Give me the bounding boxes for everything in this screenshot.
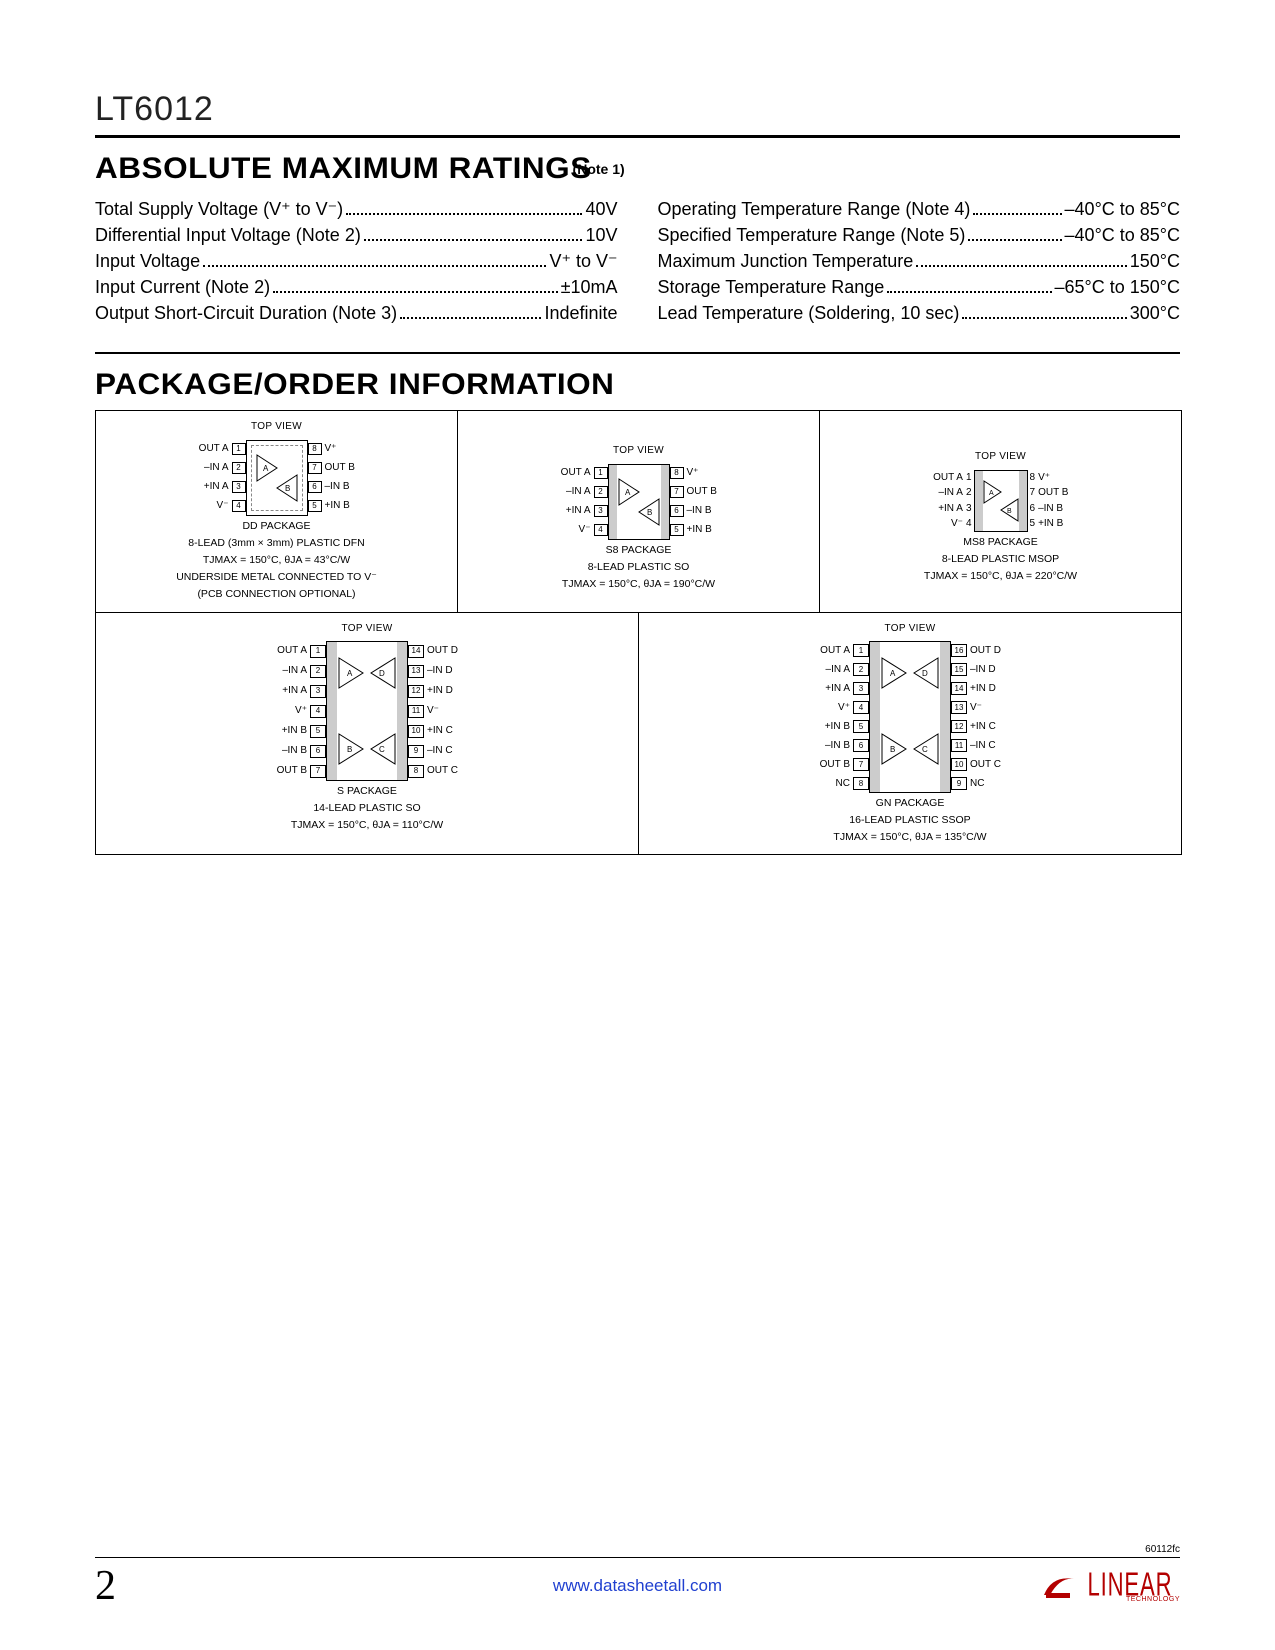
rating-row: Operating Temperature Range (Note 4)–40°… [658,196,1181,222]
section-ratings-head: ABSOLUTE MAXIMUM RATINGS (Note 1) [95,152,1180,186]
part-number: LT6012 [95,90,1180,129]
opamp-icon: A D B C [327,642,407,780]
svg-text:A: A [625,488,631,497]
rating-row: Input Current (Note 2)±10mA [95,274,618,300]
pkg-desc: 8-LEAD PLASTIC SO [588,561,690,574]
source-url: www.datasheetall.com [553,1576,722,1596]
top-view-label: TOP VIEW [251,421,302,434]
package-table: TOP VIEW OUT A–IN A+IN AV⁻ 1234 A [95,410,1182,855]
rule-top [95,135,1180,138]
pkg-therm: TJMAX = 150°C, θJA = 190°C/W [562,578,715,591]
pkg-desc: 8-LEAD PLASTIC MSOP [942,553,1059,566]
top-view-label: TOP VIEW [885,623,936,636]
lt-swoosh-icon [1042,1571,1076,1601]
ratings-table: Total Supply Voltage (V⁺ to V⁻)40V Diffe… [95,196,1180,326]
package-title: PACKAGE/ORDER INFORMATION [95,368,614,402]
chip-body: A D B C [326,641,408,781]
page-number: 2 [95,1562,116,1610]
pkg-therm: TJMAX = 150°C, θJA = 220°C/W [924,570,1077,583]
package-row-2: TOP VIEW OUT A–IN A+IN AV⁺+IN B–IN BOUT … [96,613,1181,855]
rule-mid [95,352,1180,354]
top-view-label: TOP VIEW [613,445,664,458]
pkg-name: GN PACKAGE [876,797,945,810]
pinout-diagram-s8: OUT A–IN A+IN AV⁻ 1234 A B [549,464,729,540]
svg-text:D: D [379,669,385,678]
svg-text:B: B [647,508,652,517]
rating-row: Storage Temperature Range–65°C to 150°C [658,274,1181,300]
pkg-therm: TJMAX = 150°C, θJA = 110°C/W [291,819,443,832]
rating-row: Specified Temperature Range (Note 5)–40°… [658,222,1181,248]
rating-row: Lead Temperature (Soldering, 10 sec)300°… [658,300,1181,326]
top-view-label: TOP VIEW [342,623,393,636]
svg-text:A: A [347,669,353,678]
linear-logo: LINEAR TECHNOLOGY [1042,1569,1180,1603]
rating-row: Input VoltageV⁺ to V⁻ [95,248,618,274]
pkg-name: DD PACKAGE [242,520,310,533]
pinout-diagram-s: OUT A–IN A+IN AV⁺+IN B–IN BOUT B 1234567… [263,641,471,781]
rating-row: Differential Input Voltage (Note 2)10V [95,222,618,248]
pkg-therm: TJMAX = 150°C, θJA = 43°C/W [203,554,350,567]
svg-text:B: B [285,484,290,493]
svg-text:C: C [379,745,385,754]
svg-text:B: B [890,745,895,754]
svg-text:A: A [263,464,269,473]
chip-body: A B [246,440,308,516]
package-cell-dd: TOP VIEW OUT A–IN A+IN AV⁻ 1234 A [96,411,458,611]
logo-text: LINEAR [1088,1564,1173,1604]
pkg-name: MS8 PACKAGE [963,536,1038,549]
top-view-label: TOP VIEW [975,451,1026,464]
pkg-therm: TJMAX = 150°C, θJA = 135°C/W [833,831,986,844]
pkg-desc: 14-LEAD PLASTIC SO [313,802,420,815]
opamp-icon: A B [975,471,1027,531]
opamp-icon: A B [247,441,307,515]
rating-row: Output Short-Circuit Duration (Note 3)In… [95,300,618,326]
svg-text:A: A [890,669,896,678]
chip-body: A D B C [869,641,951,793]
ratings-col-right: Operating Temperature Range (Note 4)–40°… [658,196,1181,326]
package-cell-ms8: TOP VIEW OUT A–IN A+IN AV⁻ 1234 A B [820,411,1181,611]
svg-text:D: D [922,669,928,678]
pkg-note: UNDERSIDE METAL CONNECTED TO V⁻ [176,571,377,584]
page-footer: 60112fc 2 www.datasheetall.com LINEAR TE… [95,1544,1180,1610]
ratings-col-left: Total Supply Voltage (V⁺ to V⁻)40V Diffe… [95,196,618,326]
pinout-diagram-dd: OUT A–IN A+IN AV⁻ 1234 A B [187,440,367,516]
rating-row: Maximum Junction Temperature150°C [658,248,1181,274]
pkg-note: (PCB CONNECTION OPTIONAL) [197,588,355,601]
pinout-diagram-ms8: OUT A–IN A+IN AV⁻ 1234 A B [921,470,1080,532]
opamp-icon: A B [609,465,669,539]
package-cell-gn: TOP VIEW OUT A–IN A+IN AV⁺+IN B–IN BOUT … [639,613,1181,855]
package-row-1: TOP VIEW OUT A–IN A+IN AV⁻ 1234 A [96,411,1181,612]
svg-text:B: B [1007,508,1012,515]
rating-row: Total Supply Voltage (V⁺ to V⁻)40V [95,196,618,222]
svg-text:A: A [989,490,994,497]
package-cell-s8: TOP VIEW OUT A–IN A+IN AV⁻ 1234 A B [458,411,820,611]
section-package-head: PACKAGE/ORDER INFORMATION [95,368,1180,402]
package-cell-s: TOP VIEW OUT A–IN A+IN AV⁺+IN B–IN BOUT … [96,613,639,855]
pkg-name: S8 PACKAGE [606,544,672,557]
pkg-desc: 16-LEAD PLASTIC SSOP [849,814,970,827]
pinout-diagram-gn: OUT A–IN A+IN AV⁺+IN B–IN BOUT BNC 12345… [806,641,1014,793]
doc-code: 60112fc [95,1544,1180,1557]
svg-text:C: C [922,745,928,754]
datasheet-page: LT6012 ABSOLUTE MAXIMUM RATINGS (Note 1)… [0,0,1275,1650]
opamp-icon: A D B C [870,642,950,792]
chip-body: A B [608,464,670,540]
chip-body: A B [974,470,1028,532]
pkg-name: S PACKAGE [337,785,397,798]
svg-text:B: B [347,745,352,754]
pkg-desc: 8-LEAD (3mm × 3mm) PLASTIC DFN [188,537,365,550]
ratings-title: ABSOLUTE MAXIMUM RATINGS [95,152,592,186]
